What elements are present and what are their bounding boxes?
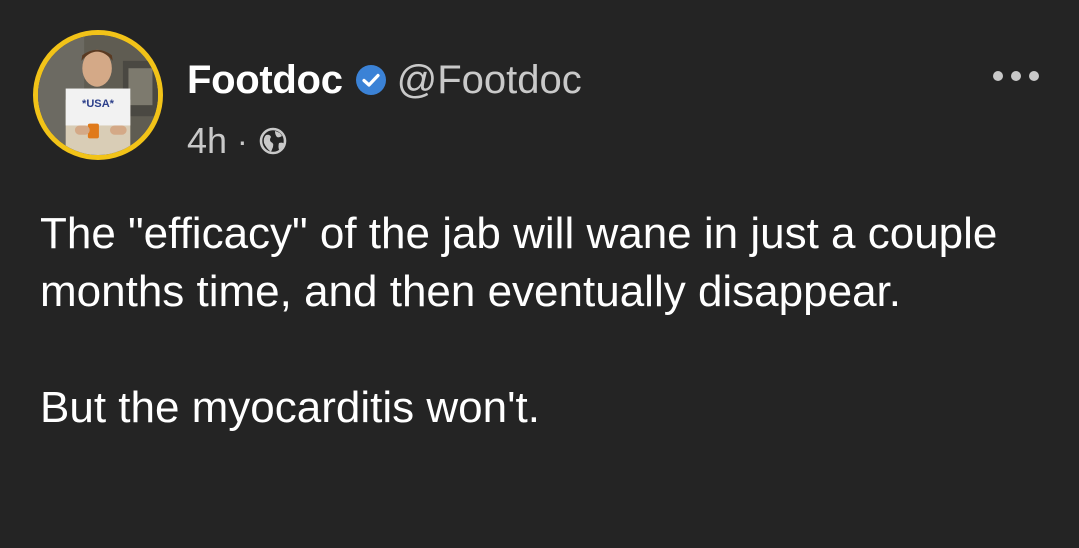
- meta-separator: ·: [237, 122, 248, 159]
- more-dot: [1029, 71, 1039, 81]
- post-paragraph: The "efficacy" of the jab will wane in j…: [40, 209, 998, 316]
- more-options-icon[interactable]: [993, 62, 1039, 90]
- more-dot: [993, 71, 1003, 81]
- svg-text:*USA*: *USA*: [82, 98, 115, 110]
- post-timestamp[interactable]: 4h: [187, 120, 227, 162]
- author-display-name[interactable]: Footdoc: [187, 58, 343, 103]
- avatar[interactable]: *USA*: [33, 30, 163, 160]
- post-body: The "efficacy" of the jab will wane in j…: [40, 205, 1050, 437]
- post-meta: 4h ·: [187, 118, 288, 164]
- globe-icon: [258, 126, 288, 156]
- avatar-image: *USA*: [38, 35, 158, 155]
- more-dot: [1011, 71, 1021, 81]
- post-card: *USA* Footdoc @Footdoc 4h · The "efficac…: [0, 0, 1079, 548]
- post-paragraph: But the myocarditis won't.: [40, 383, 540, 432]
- verified-badge-icon: [355, 64, 387, 96]
- post-header: Footdoc @Footdoc: [187, 52, 582, 108]
- author-handle[interactable]: @Footdoc: [397, 58, 582, 103]
